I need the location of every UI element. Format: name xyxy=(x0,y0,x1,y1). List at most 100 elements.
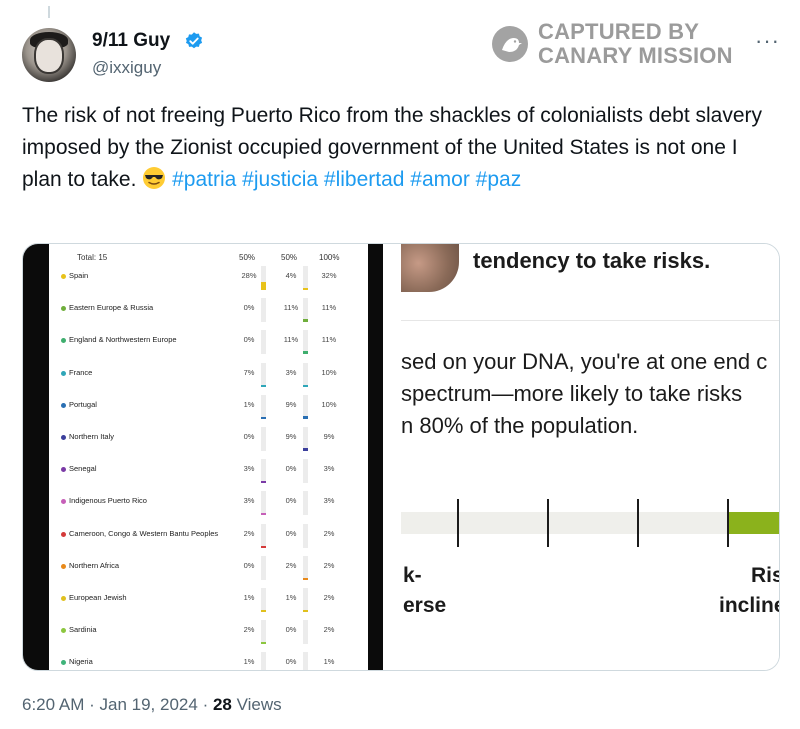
ancestry-value: 2% xyxy=(323,625,335,635)
ancestry-bar xyxy=(261,652,266,670)
watermark-line-1: CAPTURED BY xyxy=(538,19,700,44)
ancestry-value: 3% xyxy=(243,464,255,474)
ancestry-bar xyxy=(261,394,266,419)
ancestry-bar xyxy=(303,620,308,645)
tweet-media[interactable]: Total: 15 50% 50% 100% Spain 28% 4% 32% East… xyxy=(22,243,780,671)
ancestry-color-dot xyxy=(61,499,66,505)
ancestry-value: 10% xyxy=(321,399,337,409)
ancestry-color-dot xyxy=(61,596,66,601)
ancestry-bar-fill xyxy=(261,642,266,645)
ancestry-label: Sardinia xyxy=(69,625,97,635)
ancestry-bar xyxy=(261,330,266,355)
more-options-icon[interactable]: ··· xyxy=(755,28,780,54)
ancestry-label: Spain xyxy=(69,271,89,280)
ancestry-label: Indigenous Puerto Rico xyxy=(69,496,147,506)
ancestry-bar xyxy=(261,588,266,612)
phone-bezel-right xyxy=(368,244,383,670)
hashtag-link[interactable]: #paz xyxy=(476,168,522,191)
ancestry-screenshot[interactable]: Total: 15 50% 50% 100% Spain 28% 4% 32% East… xyxy=(23,244,383,670)
media-gap xyxy=(383,244,401,670)
dna-body: sed on your DNA, you're at one end c spe… xyxy=(401,346,779,442)
ancestry-bar xyxy=(303,652,308,670)
ancestry-color-dot xyxy=(61,370,66,376)
ancestry-value: 2% xyxy=(323,593,335,602)
canary-logo-icon xyxy=(492,26,528,62)
ancestry-bar xyxy=(261,266,266,290)
hashtag-link[interactable]: #libertad xyxy=(324,168,405,191)
dna-body-line: sed on your DNA, you're at one end c xyxy=(401,349,768,374)
ancestry-value: 0% xyxy=(285,657,297,667)
scale-left-label: k- xyxy=(403,564,422,587)
hashtag-link[interactable]: #patria xyxy=(172,168,236,191)
ancestry-bar-fill xyxy=(303,319,308,323)
ancestry-row: Indigenous Puerto Rico 3% 0% 3% xyxy=(53,485,365,517)
ancestry-label: Eastern Europe & Russia xyxy=(69,303,154,313)
ancestry-value: 9% xyxy=(285,399,297,409)
hashtag-link[interactable]: #justicia xyxy=(242,168,318,191)
ancestry-value: 7% xyxy=(243,367,255,377)
ancestry-color-dot xyxy=(61,563,66,569)
ancestry-bar xyxy=(261,427,266,451)
tweet-time[interactable]: 6:20 AM xyxy=(22,695,84,714)
ancestry-color-dot xyxy=(61,274,66,279)
ancestry-bar xyxy=(261,459,266,484)
ancestry-bar xyxy=(303,555,308,580)
thread-line xyxy=(48,6,50,18)
ancestry-label: European Jewish xyxy=(69,593,127,602)
ancestry-value: 0% xyxy=(243,560,255,570)
ancestry-bar xyxy=(303,459,308,484)
hashtag-link[interactable]: #amor xyxy=(410,168,470,191)
ancestry-value: 3% xyxy=(323,464,335,474)
tweet-body: The risk of not freeing Puerto Rico from… xyxy=(22,100,782,196)
ancestry-bar-fill xyxy=(261,513,266,516)
avatar[interactable] xyxy=(22,28,76,82)
ancestry-value: 3% xyxy=(285,367,297,377)
ancestry-value: 32% xyxy=(321,271,337,280)
ancestry-value: 0% xyxy=(285,625,297,635)
ancestry-bar xyxy=(303,588,308,612)
ancestry-bar-fill xyxy=(303,577,308,580)
scale-right-label: Ris xyxy=(751,564,779,587)
ancestry-color-dot xyxy=(61,402,66,408)
ancestry-label: Senegal xyxy=(69,464,97,474)
ancestry-row: Eastern Europe & Russia 0% 11% 11% xyxy=(53,292,365,324)
ancestry-value: 2% xyxy=(285,560,297,570)
ancestry-value: 2% xyxy=(243,625,255,635)
ancestry-value: 9% xyxy=(285,432,297,441)
ancestry-bar-fill xyxy=(261,282,266,290)
ancestry-bar-fill xyxy=(261,416,266,419)
author-display-name[interactable]: 9/11 Guy xyxy=(92,30,170,52)
ancestry-row: Sardinia 2% 0% 2% xyxy=(53,614,365,646)
ancestry-value: 11% xyxy=(283,303,299,313)
ancestry-color-dot xyxy=(61,660,66,666)
ancestry-label: Portugal xyxy=(69,399,97,409)
dna-trait-screenshot[interactable]: tendency to take risks. sed on your DNA,… xyxy=(401,244,779,670)
ancestry-color-dot xyxy=(61,306,66,312)
views-count: 28 xyxy=(212,695,232,714)
ancestry-bar-fill xyxy=(303,288,308,290)
risk-scale-tick xyxy=(637,499,639,547)
ancestry-color-dot xyxy=(61,531,66,537)
ancestry-value: 11% xyxy=(283,335,299,345)
separator: · xyxy=(89,695,95,714)
risk-scale-tick xyxy=(457,499,459,547)
ancestry-value: 4% xyxy=(285,271,297,280)
ancestry-color-dot xyxy=(61,467,66,473)
ancestry-bar-fill xyxy=(303,384,308,387)
ancestry-row: England & Northwestern Europe 0% 11% 11% xyxy=(53,324,365,356)
ancestry-value: 11% xyxy=(321,335,337,345)
tweet-date[interactable]: Jan 19, 2024 xyxy=(100,695,198,714)
risk-scale-fill xyxy=(727,512,779,534)
dna-photo xyxy=(401,244,459,292)
ancestry-bar xyxy=(303,330,308,355)
ancestry-row: Spain 28% 4% 32% xyxy=(53,260,365,292)
ancestry-row: Nigeria 1% 0% 1% xyxy=(53,646,365,670)
ancestry-bar xyxy=(303,491,308,516)
ancestry-bar xyxy=(261,491,266,516)
ancestry-bar xyxy=(261,620,266,645)
ancestry-value: 1% xyxy=(285,593,297,602)
author-handle[interactable]: @ixxiguy xyxy=(92,58,161,78)
ancestry-bar xyxy=(261,362,266,387)
ancestry-bar xyxy=(303,427,308,451)
divider xyxy=(401,320,779,321)
